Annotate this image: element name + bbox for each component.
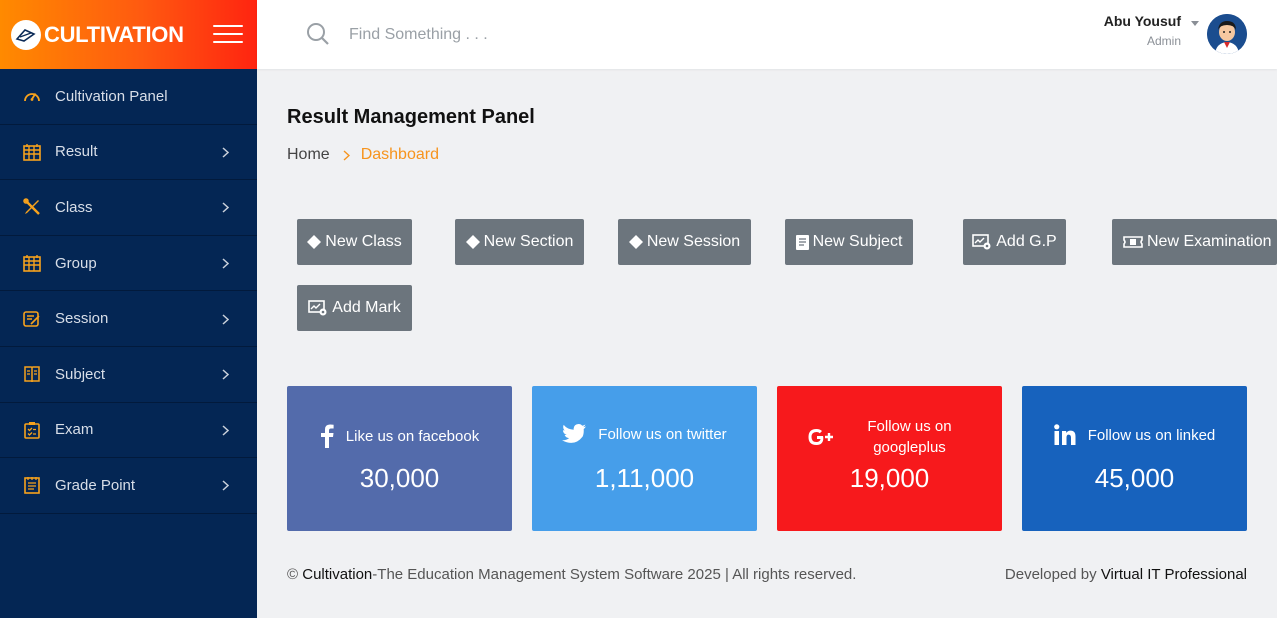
googleplus-card[interactable]: Follow us on googleplus 19,000 bbox=[777, 386, 1002, 531]
breadcrumb: Home Dashboard bbox=[287, 146, 439, 164]
sidebar-item-session[interactable]: Session bbox=[0, 291, 257, 347]
chart-settings-icon bbox=[972, 234, 992, 250]
new-session-button[interactable]: New Session bbox=[618, 219, 751, 265]
chevron-right-icon bbox=[343, 149, 350, 161]
menu-toggle-icon[interactable] bbox=[213, 25, 243, 43]
sidebar-item-class[interactable]: Class bbox=[0, 180, 257, 236]
edit-icon bbox=[22, 309, 42, 329]
table-icon bbox=[22, 253, 42, 273]
linkedin-card[interactable]: Follow us on linked 45,000 bbox=[1022, 386, 1247, 531]
facebook-icon bbox=[320, 424, 334, 448]
google-plus-icon bbox=[804, 427, 836, 447]
avatar[interactable] bbox=[1207, 14, 1247, 54]
diamond-icon bbox=[465, 235, 480, 249]
facebook-count: 30,000 bbox=[359, 463, 440, 493]
caret-down-icon[interactable] bbox=[1191, 21, 1199, 26]
new-section-button[interactable]: New Section bbox=[455, 219, 584, 265]
chevron-right-icon bbox=[222, 147, 229, 158]
twitter-label: Follow us on twitter bbox=[598, 425, 727, 443]
breadcrumb-home-link[interactable]: Home bbox=[287, 146, 330, 164]
brand-logo-icon[interactable] bbox=[11, 19, 41, 50]
twitter-count: 1,11,000 bbox=[594, 463, 695, 493]
new-class-button[interactable]: New Class bbox=[297, 219, 412, 265]
chevron-right-icon bbox=[222, 314, 229, 325]
sidebar-item-result[interactable]: Result bbox=[0, 125, 257, 181]
clipboard-icon bbox=[22, 420, 42, 440]
sidebar-item-group[interactable]: Group bbox=[0, 236, 257, 292]
notepad-icon bbox=[22, 475, 42, 495]
linkedin-count: 45,000 bbox=[1094, 463, 1175, 493]
diamond-icon bbox=[628, 235, 643, 249]
sidebar-item-label: Grade Point bbox=[55, 476, 136, 494]
twitter-card[interactable]: Follow us on twitter 1,11,000 bbox=[532, 386, 757, 531]
sidebar-item-label: Subject bbox=[55, 365, 106, 383]
sidebar-item-label: Result bbox=[55, 143, 98, 161]
googleplus-label: Follow us on googleplus bbox=[867, 418, 952, 456]
footer-copyright: © Cultivation-The Education Management S… bbox=[287, 566, 857, 583]
ticket-icon bbox=[1123, 235, 1143, 249]
chevron-right-icon bbox=[222, 425, 229, 436]
sidebar: CULTIVATION Cultivation Panel Result Cla… bbox=[0, 0, 257, 618]
new-examination-button[interactable]: New Examination bbox=[1112, 219, 1277, 265]
user-role: Admin bbox=[1146, 34, 1181, 48]
facebook-label: Like us on facebook bbox=[345, 427, 480, 445]
googleplus-count: 19,000 bbox=[849, 463, 930, 493]
sidebar-item-grade-point[interactable]: Grade Point bbox=[0, 458, 257, 514]
user-name[interactable]: Abu Yousuf bbox=[1104, 13, 1181, 29]
new-subject-button[interactable]: New Subject bbox=[785, 219, 913, 265]
sidebar-item-label: Session bbox=[55, 310, 109, 328]
chart-settings-icon bbox=[308, 300, 328, 316]
add-gp-button[interactable]: Add G.P bbox=[963, 219, 1066, 265]
sidebar-item-label: Class bbox=[55, 198, 93, 216]
diamond-icon bbox=[307, 235, 322, 249]
search-icon[interactable] bbox=[306, 22, 330, 46]
add-mark-button[interactable]: Add Mark bbox=[297, 285, 412, 331]
gauge-icon bbox=[22, 86, 42, 106]
brand-name[interactable]: CULTIVATION bbox=[44, 22, 184, 48]
breadcrumb-current: Dashboard bbox=[360, 146, 439, 163]
book-icon bbox=[22, 364, 42, 384]
sidebar-item-label: Exam bbox=[55, 421, 94, 439]
chevron-right-icon bbox=[222, 202, 229, 214]
twitter-icon bbox=[562, 424, 587, 444]
footer-brand-link[interactable]: Cultivation bbox=[302, 566, 372, 583]
table-icon bbox=[22, 142, 42, 162]
book-icon bbox=[795, 234, 809, 250]
chevron-right-icon bbox=[222, 480, 229, 492]
page-title: Result Management Panel bbox=[287, 106, 535, 128]
sidebar-item-label: Cultivation Panel bbox=[55, 87, 168, 105]
sidebar-item-label: Group bbox=[55, 254, 97, 272]
linkedin-icon bbox=[1053, 424, 1076, 446]
sidebar-item-cultivation-panel[interactable]: Cultivation Panel bbox=[0, 69, 257, 125]
tools-icon bbox=[22, 197, 42, 217]
brand-bar: CULTIVATION bbox=[0, 0, 257, 69]
chevron-right-icon bbox=[222, 258, 229, 269]
search-input[interactable] bbox=[349, 22, 649, 48]
facebook-card[interactable]: Like us on facebook 30,000 bbox=[287, 386, 512, 531]
footer-developer: Developed by Virtual IT Professional bbox=[1004, 566, 1247, 583]
sidebar-item-subject[interactable]: Subject bbox=[0, 347, 257, 403]
sidebar-item-exam[interactable]: Exam bbox=[0, 403, 257, 459]
footer-developer-link[interactable]: Virtual IT Professional bbox=[1101, 566, 1247, 583]
top-header: Abu Yousuf Admin bbox=[257, 0, 1277, 69]
linkedin-label: Follow us on linked bbox=[1087, 426, 1216, 444]
chevron-right-icon bbox=[222, 369, 229, 380]
